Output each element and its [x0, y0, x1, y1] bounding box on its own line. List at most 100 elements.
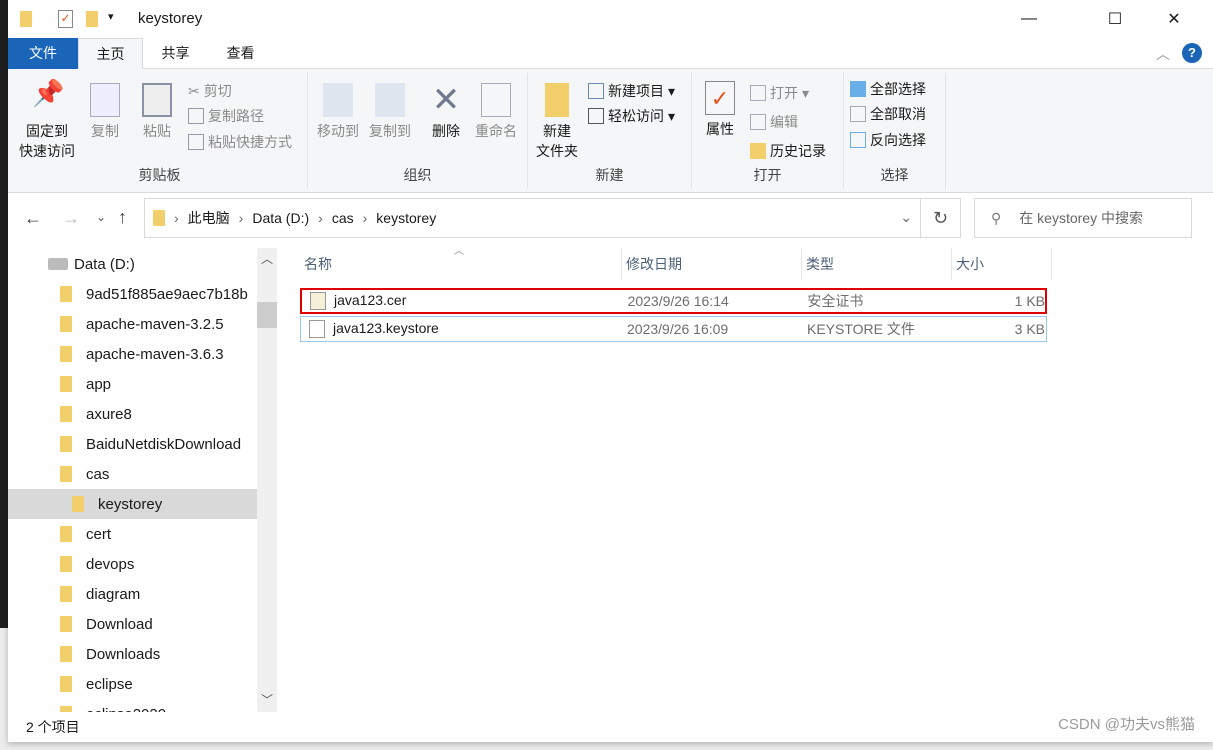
nav-item-label: Downloads: [86, 645, 161, 663]
properties-quick-icon[interactable]: ✓: [58, 10, 73, 28]
title-bar: ✓ ▾ keystorey — ☐ ✕: [8, 0, 1213, 38]
nav-item[interactable]: keystorey: [8, 489, 257, 519]
column-type[interactable]: 类型: [802, 248, 952, 280]
up-button[interactable]: ↑: [118, 207, 127, 228]
scroll-up-icon[interactable]: ︿: [261, 250, 273, 267]
paste-button[interactable]: 粘贴: [136, 83, 178, 141]
folder-icon: [72, 496, 84, 512]
customize-toolbar-icon[interactable]: ▾: [108, 10, 114, 23]
column-date[interactable]: 修改日期: [622, 248, 802, 280]
tab-view[interactable]: 查看: [213, 38, 268, 69]
label: 编辑: [770, 114, 798, 130]
forward-button[interactable]: →: [62, 208, 80, 229]
nav-item[interactable]: Download: [8, 609, 257, 639]
label: 重命名: [475, 123, 517, 139]
file-date: 2023/9/26 16:14: [624, 293, 804, 309]
nav-item[interactable]: apache-maven-3.2.5: [8, 309, 257, 339]
nav-item-label: cert: [86, 525, 112, 543]
close-button[interactable]: ✕: [1145, 0, 1203, 38]
group-label: 剪贴板: [138, 167, 181, 183]
select-all-icon: [850, 81, 866, 97]
nav-scrollbar[interactable]: ︿ ﹀: [257, 248, 277, 712]
label: 历史记录: [770, 143, 826, 159]
move-to-icon: [323, 83, 353, 117]
nav-item[interactable]: Data (D:): [8, 249, 257, 279]
copy-button[interactable]: 复制: [84, 83, 126, 141]
nav-item[interactable]: BaiduNetdiskDownload: [8, 429, 257, 459]
tab-file[interactable]: 文件: [8, 38, 78, 69]
nav-item[interactable]: eclipse2020: [8, 699, 257, 712]
pin-quick-access-button[interactable]: 📌 固定到 快速访问: [14, 80, 80, 161]
easy-access-button[interactable]: 轻松访问 ▾: [588, 104, 675, 128]
nav-item-label: app: [86, 375, 112, 393]
label: 固定到: [26, 123, 68, 139]
copy-path-button[interactable]: 复制路径: [188, 104, 264, 128]
back-button[interactable]: ←: [24, 208, 42, 229]
label: 复制到: [369, 123, 411, 139]
open-button[interactable]: 打开 ▾: [750, 81, 809, 105]
breadcrumb-this-pc[interactable]: 此电脑: [188, 208, 230, 228]
folder-icon: [60, 556, 72, 572]
invert-selection-button[interactable]: 反向选择: [850, 128, 926, 152]
tab-home[interactable]: 主页: [78, 38, 143, 70]
nav-item[interactable]: devops: [8, 549, 257, 579]
scroll-down-icon[interactable]: ﹀: [261, 691, 273, 708]
copy-to-button[interactable]: 复制到: [366, 83, 414, 141]
refresh-button[interactable]: ↻: [921, 198, 961, 238]
folder-icon: [60, 376, 72, 392]
scroll-thumb[interactable]: [257, 302, 277, 328]
folder-icon: [20, 11, 32, 27]
file-date-text: 2023/9/26 16:09: [627, 321, 729, 337]
file-row[interactable]: java123.cer 2023/9/26 16:14 安全证书 1 KB: [300, 288, 1047, 314]
explorer-window: ✓ ▾ keystorey — ☐ ✕ 文件 主页 共享 查看 ︿ ? 📌 固定…: [8, 0, 1213, 742]
nav-item[interactable]: apache-maven-3.6.3: [8, 339, 257, 369]
collapse-ribbon-icon[interactable]: ︿: [1156, 44, 1170, 64]
new-folder-button[interactable]: 新建 文件夹: [532, 83, 582, 161]
maximize-button[interactable]: ☐: [1086, 0, 1144, 38]
column-size[interactable]: 大小: [952, 248, 1052, 280]
delete-button[interactable]: ✕ 删除: [426, 83, 466, 141]
group-select: 全部选择 全部取消 反向选择 选择: [844, 73, 946, 189]
select-all-button[interactable]: 全部选择: [850, 77, 926, 101]
nav-item[interactable]: 9ad51f885ae9aec7b18b: [8, 279, 257, 309]
new-folder-quick-icon[interactable]: [86, 11, 98, 27]
select-none-button[interactable]: 全部取消: [850, 102, 926, 126]
nav-item-label: Download: [86, 615, 153, 633]
nav-item[interactable]: cas: [8, 459, 257, 489]
cut-button[interactable]: ✂ 剪切: [188, 79, 232, 103]
tab-share[interactable]: 共享: [148, 38, 203, 69]
address-bar[interactable]: › 此电脑 › Data (D:) › cas › keystorey ⌄: [144, 198, 921, 238]
folder-icon: [60, 526, 72, 542]
properties-button[interactable]: ✓ 属性: [700, 81, 740, 139]
file-row[interactable]: java123.keystore 2023/9/26 16:09 KEYSTORE …: [300, 316, 1047, 342]
file-list: ︿ 名称 修改日期 类型 大小 java123.cer 2023/9/26 16:…: [300, 246, 1053, 342]
breadcrumb-cas[interactable]: cas: [332, 210, 354, 226]
rename-button[interactable]: 重命名: [470, 83, 522, 141]
ribbon: 📌 固定到 快速访问 复制 粘贴 ✂ 剪切 复制路径 粘贴快捷方式 剪贴板 移动到 …: [8, 69, 1213, 193]
nav-item[interactable]: axure8: [8, 399, 257, 429]
edit-button[interactable]: 编辑: [750, 110, 798, 134]
properties-icon: ✓: [705, 81, 735, 115]
nav-item[interactable]: app: [8, 369, 257, 399]
label: 剪切: [203, 83, 232, 99]
minimize-button[interactable]: —: [1000, 0, 1058, 38]
address-history-chevron-icon[interactable]: ⌄: [900, 209, 912, 226]
nav-item[interactable]: eclipse: [8, 669, 257, 699]
new-item-button[interactable]: 新建项目 ▾: [588, 79, 675, 103]
label: 移动到: [317, 123, 359, 139]
recent-locations-button[interactable]: ⌄: [96, 210, 106, 224]
nav-item-label: axure8: [86, 405, 132, 423]
copy-to-icon: [375, 83, 405, 117]
breadcrumb-keystorey[interactable]: keystorey: [376, 210, 436, 226]
help-icon[interactable]: ?: [1182, 43, 1202, 63]
search-input[interactable]: ⚲ 在 keystorey 中搜索: [974, 198, 1192, 238]
paste-shortcut-button[interactable]: 粘贴快捷方式: [188, 130, 292, 154]
history-button[interactable]: 历史记录: [750, 139, 826, 163]
nav-item[interactable]: diagram: [8, 579, 257, 609]
nav-item[interactable]: cert: [8, 519, 257, 549]
group-label: 新建: [595, 167, 624, 183]
nav-item[interactable]: Downloads: [8, 639, 257, 669]
navigation-pane: Data (D:) 9ad51f885ae9aec7b18b apache-mave…: [8, 248, 278, 712]
move-to-button[interactable]: 移动到: [314, 83, 362, 141]
breadcrumb-data-d[interactable]: Data (D:): [252, 210, 309, 226]
